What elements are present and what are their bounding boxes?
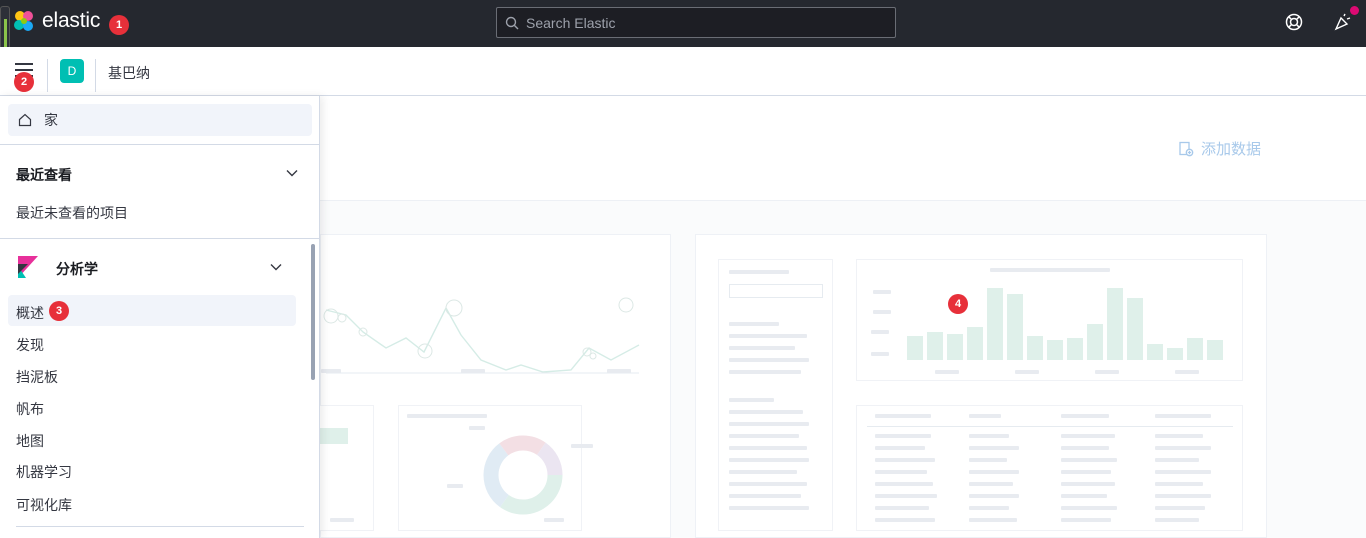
global-header: elastic 1 Search Elastic bbox=[0, 0, 1366, 64]
donut-chart-illustration bbox=[483, 435, 563, 515]
breadcrumb[interactable]: 基巴纳 bbox=[108, 63, 150, 83]
nav-item-canvas[interactable]: 帆布 bbox=[16, 399, 44, 419]
annotation-badge-3: 3 bbox=[49, 301, 69, 321]
nav-scrollbar[interactable] bbox=[311, 244, 315, 380]
annotation-badge-2: 2 bbox=[14, 72, 34, 92]
side-navigation: 家 最近查看 最近未查看的项目 分析学 概述 3 发现 挡泥板 帆布 地图 机器… bbox=[0, 96, 320, 538]
home-icon bbox=[18, 113, 32, 127]
kibana-logo-icon bbox=[18, 256, 38, 278]
brand-name: elastic bbox=[42, 9, 101, 32]
illustration-card-left bbox=[319, 234, 671, 538]
bar-chart-illustration bbox=[856, 259, 1243, 381]
nav-item-machine-learning[interactable]: 机器学习 bbox=[16, 462, 72, 482]
notification-dot bbox=[1350, 6, 1359, 15]
illustration-card-right: 4 bbox=[695, 234, 1267, 538]
recent-section-title[interactable]: 最近查看 bbox=[16, 165, 72, 185]
search-placeholder: Search Elastic bbox=[526, 14, 616, 31]
add-data-label: 添加数据 bbox=[1201, 141, 1262, 158]
elastic-logo-icon bbox=[14, 11, 33, 31]
nav-item-overview[interactable]: 概述 bbox=[16, 303, 44, 323]
nav-item-dashboard[interactable]: 挡泥板 bbox=[16, 367, 58, 387]
annotation-badge-4: 4 bbox=[948, 294, 968, 314]
help-icon[interactable] bbox=[1284, 12, 1304, 32]
breadcrumb-bar: D 基巴纳 bbox=[0, 47, 1366, 96]
nav-item-maps[interactable]: 地图 bbox=[16, 431, 44, 451]
analytics-section-title[interactable]: 分析学 bbox=[56, 259, 98, 279]
search-icon bbox=[505, 16, 519, 29]
recent-empty-text: 最近未查看的项目 bbox=[16, 205, 128, 221]
chevron-down-icon[interactable] bbox=[286, 167, 298, 179]
elastic-logo[interactable]: elastic bbox=[12, 9, 100, 33]
nav-item-discover[interactable]: 发现 bbox=[16, 335, 44, 355]
global-search-input[interactable]: Search Elastic bbox=[496, 7, 896, 38]
space-avatar[interactable]: D bbox=[60, 59, 84, 83]
line-chart-illustration bbox=[323, 297, 640, 374]
chevron-down-icon[interactable] bbox=[270, 261, 282, 273]
nav-item-visualize-library[interactable]: 可视化库 bbox=[16, 495, 72, 515]
nav-home-link[interactable]: 家 bbox=[8, 104, 312, 136]
filter-panel-illustration bbox=[718, 259, 833, 531]
divider bbox=[47, 59, 48, 92]
annotation-badge-1: 1 bbox=[109, 15, 129, 35]
mini-card bbox=[319, 405, 374, 531]
divider bbox=[95, 59, 96, 92]
news-feed-icon[interactable] bbox=[1333, 12, 1353, 32]
add-data-icon bbox=[1179, 141, 1194, 156]
donut-card bbox=[398, 405, 593, 531]
table-illustration bbox=[856, 405, 1243, 531]
nav-home-label: 家 bbox=[44, 112, 58, 128]
add-data-button[interactable]: 添加数据 bbox=[1178, 138, 1261, 159]
